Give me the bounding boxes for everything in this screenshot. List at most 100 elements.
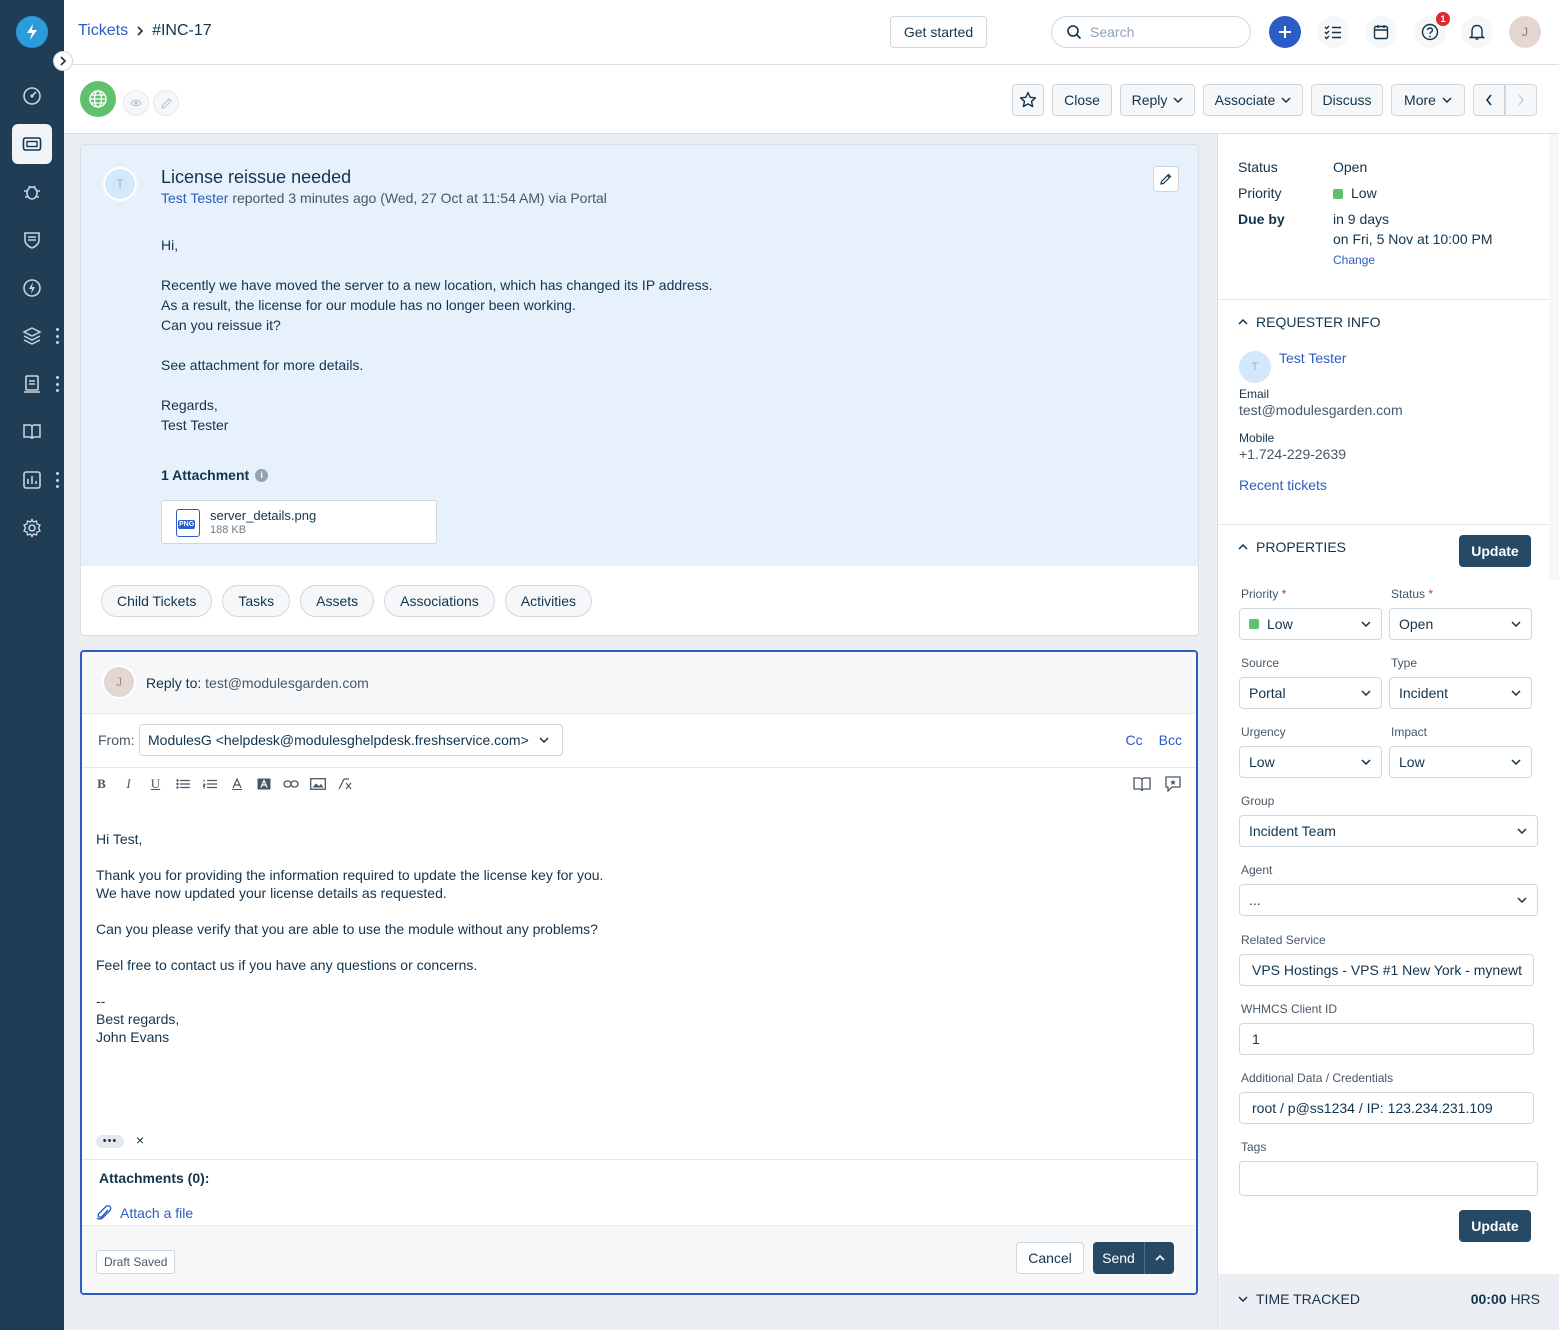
- requester-link[interactable]: Test Tester: [161, 190, 228, 206]
- recent-tickets-link[interactable]: Recent tickets: [1239, 477, 1327, 493]
- bold-icon[interactable]: B: [90, 772, 113, 796]
- email-value: test@modulesgarden.com: [1239, 402, 1403, 418]
- panel-scrollbar[interactable]: [1549, 134, 1559, 580]
- type-select[interactable]: Incident: [1389, 677, 1532, 709]
- canned-response-icon[interactable]: [1161, 772, 1184, 796]
- properties-title: PROPERTIES: [1256, 539, 1346, 555]
- agent-select[interactable]: ...: [1239, 884, 1538, 916]
- reply-to-address[interactable]: test@modulesgarden.com: [205, 675, 369, 691]
- show-quoted-ellipsis-button[interactable]: •••: [96, 1135, 124, 1148]
- from-select[interactable]: ModulesG <helpdesk@modulesghelpdesk.fres…: [139, 724, 563, 756]
- bcc-link[interactable]: Bcc: [1159, 732, 1182, 748]
- problems-bug-icon[interactable]: [12, 172, 52, 212]
- edit-pencil-icon[interactable]: [153, 90, 179, 116]
- tab-child-tickets[interactable]: Child Tickets: [101, 585, 213, 617]
- tickets-icon[interactable]: [12, 124, 52, 164]
- time-tracked-section[interactable]: TIME TRACKED 00:00 HRS: [1218, 1274, 1559, 1330]
- urgency-select[interactable]: Low: [1239, 746, 1382, 778]
- calendar-icon[interactable]: [1365, 16, 1397, 48]
- releases-bolt-icon[interactable]: [12, 268, 52, 308]
- assets-layers-icon[interactable]: [12, 316, 52, 356]
- status-select[interactable]: Open: [1389, 608, 1532, 640]
- changes-shield-icon[interactable]: [12, 220, 52, 260]
- cancel-button[interactable]: Cancel: [1016, 1242, 1084, 1274]
- source-select[interactable]: Portal: [1239, 677, 1382, 709]
- image-icon[interactable]: [306, 772, 329, 796]
- tab-associations[interactable]: Associations: [384, 585, 495, 617]
- numbered-list-icon[interactable]: [198, 772, 221, 796]
- update-button-top[interactable]: Update: [1459, 535, 1531, 567]
- impact-select[interactable]: Low: [1389, 746, 1532, 778]
- cc-link[interactable]: Cc: [1126, 732, 1143, 748]
- italic-icon[interactable]: I: [117, 772, 140, 796]
- whmcs-client-id-input[interactable]: 1: [1239, 1023, 1534, 1055]
- reports-chart-icon[interactable]: [12, 460, 52, 500]
- get-started-button[interactable]: Get started: [890, 16, 987, 48]
- todo-list-icon[interactable]: [1317, 16, 1349, 48]
- info-icon[interactable]: i: [255, 468, 269, 482]
- urgency-field-label: Urgency: [1241, 725, 1286, 739]
- group-select[interactable]: Incident Team: [1239, 815, 1538, 847]
- time-tracked-toggle[interactable]: TIME TRACKED: [1238, 1291, 1360, 1307]
- chevron-down-icon: [1517, 828, 1527, 834]
- related-service-input[interactable]: VPS Hostings - VPS #1 New York - mynewt: [1239, 954, 1534, 986]
- admin-gear-icon[interactable]: [12, 508, 52, 548]
- reply-button[interactable]: Reply: [1120, 84, 1195, 116]
- new-item-plus-button[interactable]: [1269, 16, 1301, 48]
- ticket-toolbar: Close Reply Associate Discuss More: [64, 65, 1559, 134]
- assets-more-icon[interactable]: [54, 328, 60, 344]
- discuss-button[interactable]: Discuss: [1311, 84, 1383, 116]
- tab-assets[interactable]: Assets: [300, 585, 375, 617]
- attachment-card[interactable]: PNG server_details.png 188 KB: [161, 500, 437, 544]
- contracts-doc-icon[interactable]: [12, 364, 52, 404]
- user-avatar[interactable]: J: [1509, 16, 1541, 48]
- font-color-icon[interactable]: [225, 772, 248, 796]
- priority-select[interactable]: Low: [1239, 608, 1382, 640]
- solutions-book-icon[interactable]: [1130, 772, 1153, 796]
- reply-body[interactable]: Hi Test, Thank you for providing the inf…: [96, 830, 603, 1046]
- time-tracked-title: TIME TRACKED: [1256, 1291, 1360, 1307]
- chevron-down-icon: [1517, 897, 1527, 903]
- clear-format-icon[interactable]: [333, 772, 356, 796]
- dashboard-icon[interactable]: [12, 76, 52, 116]
- previous-ticket-button[interactable]: [1473, 84, 1505, 116]
- close-ticket-button[interactable]: Close: [1052, 84, 1112, 116]
- next-ticket-button[interactable]: [1505, 84, 1537, 116]
- remove-quoted-close-icon[interactable]: ×: [136, 1132, 144, 1148]
- solutions-book-icon[interactable]: [12, 412, 52, 452]
- properties-toggle[interactable]: PROPERTIES: [1238, 539, 1346, 555]
- attach-file-link[interactable]: Attach a file: [96, 1204, 193, 1222]
- additional-data-input[interactable]: root / p@ss1234 / IP: 123.234.231.109: [1239, 1092, 1534, 1124]
- edit-description-button[interactable]: [1153, 166, 1179, 192]
- tags-input[interactable]: [1239, 1161, 1538, 1196]
- message-line: As a result, the license for our module …: [161, 297, 576, 313]
- watch-eye-icon[interactable]: [123, 90, 149, 116]
- contracts-more-icon[interactable]: [54, 376, 60, 392]
- requester-name-link[interactable]: Test Tester: [1279, 350, 1346, 366]
- tab-activities[interactable]: Activities: [504, 585, 592, 617]
- star-button[interactable]: [1012, 84, 1044, 116]
- highlight-icon[interactable]: [252, 772, 275, 796]
- update-button-bottom[interactable]: Update: [1459, 1210, 1531, 1242]
- send-button[interactable]: Send: [1093, 1242, 1145, 1274]
- underline-icon[interactable]: U: [144, 772, 167, 796]
- priority-label: Priority: [1238, 185, 1282, 201]
- ticket-meta: Test Tester reported 3 minutes ago (Wed,…: [161, 190, 607, 206]
- associate-button[interactable]: Associate: [1203, 84, 1303, 116]
- link-icon[interactable]: [279, 772, 302, 796]
- requester-info-toggle[interactable]: REQUESTER INFO: [1238, 314, 1380, 330]
- notifications-bell-icon[interactable]: [1461, 16, 1493, 48]
- search-input[interactable]: Search: [1051, 16, 1251, 48]
- reports-more-icon[interactable]: [54, 472, 60, 488]
- reply-line: Hi Test,: [96, 831, 143, 847]
- expand-nav-chevron-icon[interactable]: [53, 51, 73, 71]
- more-button[interactable]: More: [1391, 84, 1465, 116]
- tab-tasks[interactable]: Tasks: [222, 585, 291, 617]
- change-due-link[interactable]: Change: [1333, 253, 1375, 267]
- help-icon[interactable]: 1: [1414, 12, 1450, 48]
- breadcrumb-tickets-link[interactable]: Tickets: [78, 22, 128, 40]
- send-options-chevron-up-icon[interactable]: [1145, 1242, 1174, 1274]
- bullet-list-icon[interactable]: [171, 772, 194, 796]
- reply-label: Reply: [1131, 92, 1168, 108]
- app-logo[interactable]: [16, 16, 48, 48]
